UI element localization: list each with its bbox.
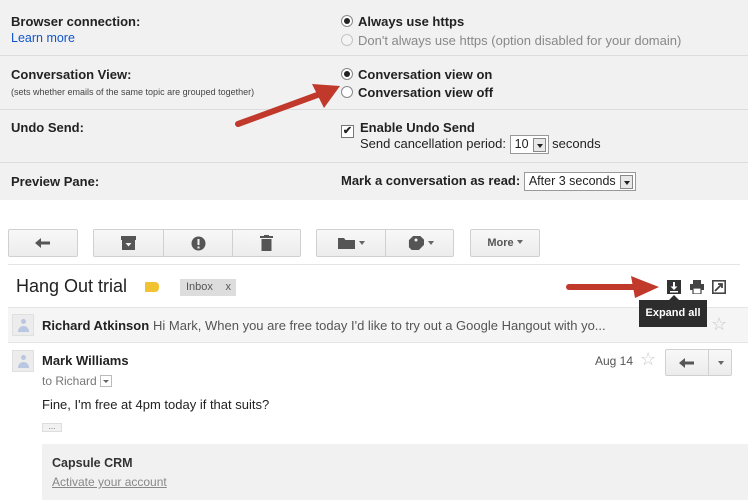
undo-send-label: Undo Send: (11, 120, 84, 135)
reply-button-divider (708, 350, 709, 375)
expand-all-tooltip: Expand all (639, 295, 707, 327)
thread-subject: Hang Out trial (16, 276, 128, 296)
report-spam-icon (191, 236, 206, 251)
learn-more-link[interactable]: Learn more (11, 31, 75, 45)
conversation-view-label: Conversation View: (11, 67, 132, 82)
chevron-down-icon[interactable] (718, 361, 724, 379)
organize-button-group (316, 229, 454, 257)
radio-disabled-icon (341, 34, 353, 46)
preview-pane-label: Preview Pane: (11, 174, 100, 189)
star-icon[interactable]: ☆ (640, 349, 656, 370)
radio-selected-icon[interactable] (341, 15, 353, 27)
setting-preview-pane: Preview Pane: Mark a conversation as rea… (0, 163, 748, 200)
setting-conversation-view: Conversation View: (sets whether emails … (0, 56, 748, 110)
message-date: Aug 14 (595, 354, 634, 368)
more-button[interactable]: More (470, 229, 540, 257)
annotation-arrow-expand-all (566, 276, 659, 298)
inbox-label-chip[interactable]: Inbox x (180, 279, 236, 296)
archive-icon (121, 236, 136, 250)
chevron-down-icon (516, 240, 523, 244)
open-new-window-icon[interactable] (712, 280, 726, 294)
cancellation-period-row: Send cancellation period: 10 seconds (360, 135, 601, 154)
star-icon[interactable]: ☆ (711, 314, 727, 335)
trash-icon (260, 235, 273, 251)
collapsed-message-row[interactable]: Richard Atkinson Hi Mark, When you are f… (8, 307, 748, 343)
message-sender: Mark Williams (42, 353, 129, 368)
conversation-view-description: (sets whether emails of the same topic a… (11, 87, 255, 97)
mark-read-row: Mark a conversation as read: After 3 sec… (341, 172, 636, 191)
back-to-inbox-button[interactable] (8, 229, 78, 257)
toolbar-divider (8, 264, 740, 265)
message-sender: Richard Atkinson (42, 318, 150, 333)
always-https-option[interactable]: Always use https (341, 14, 464, 29)
remove-label-button[interactable]: x (226, 279, 232, 296)
avatar (12, 314, 34, 336)
recipient-line: to Richard (42, 374, 112, 388)
chevron-down-icon (532, 137, 546, 152)
expand-all-icon[interactable] (667, 280, 681, 294)
folder-icon (338, 238, 355, 249)
delete-button[interactable] (232, 230, 300, 256)
label-tag-icon (408, 236, 424, 250)
annotation-arrow-conversation-view (235, 84, 340, 127)
report-spam-button[interactable] (163, 230, 232, 256)
mark-read-select[interactable]: After 3 seconds (523, 172, 636, 191)
setting-undo-send: Undo Send: ✔ Enable Undo Send Send cancel… (0, 110, 748, 163)
labels-button[interactable] (385, 230, 453, 256)
importance-label-icon[interactable] (145, 282, 159, 292)
conversation-view-off-option[interactable]: Conversation view off (341, 85, 493, 100)
show-details-dropdown[interactable] (99, 375, 112, 387)
reply-button[interactable] (665, 349, 732, 376)
radio-selected-icon[interactable] (341, 68, 353, 80)
action-button-group (93, 229, 301, 257)
capsule-crm-panel: Capsule CRM Activate your account (42, 444, 748, 500)
message-body: Fine, I'm free at 4pm today if that suit… (42, 397, 270, 412)
chevron-down-icon (619, 174, 633, 189)
cancellation-period-select[interactable]: 10 (509, 135, 549, 154)
conversation-view-on-option[interactable]: Conversation view on (341, 67, 492, 82)
message-snippet: Hi Mark, When you are free today I'd lik… (153, 318, 606, 333)
chevron-down-icon (428, 241, 434, 259)
show-trimmed-content-button[interactable]: ... (42, 423, 62, 432)
back-arrow-icon (35, 238, 50, 248)
avatar (12, 350, 34, 372)
archive-button[interactable] (94, 230, 163, 256)
setting-browser-connection: Browser connection: Learn more Always us… (0, 0, 748, 56)
chevron-down-icon (359, 241, 365, 259)
browser-connection-label: Browser connection: (11, 14, 141, 29)
capsule-title: Capsule CRM (52, 456, 133, 470)
move-to-button[interactable] (317, 230, 385, 256)
activate-account-link[interactable]: Activate your account (52, 475, 167, 489)
print-icon[interactable] (690, 280, 704, 294)
reply-icon (679, 358, 694, 368)
dont-always-https-option: Don't always use https (option disabled … (341, 33, 681, 48)
settings-panel: Browser connection: Learn more Always us… (0, 0, 748, 200)
